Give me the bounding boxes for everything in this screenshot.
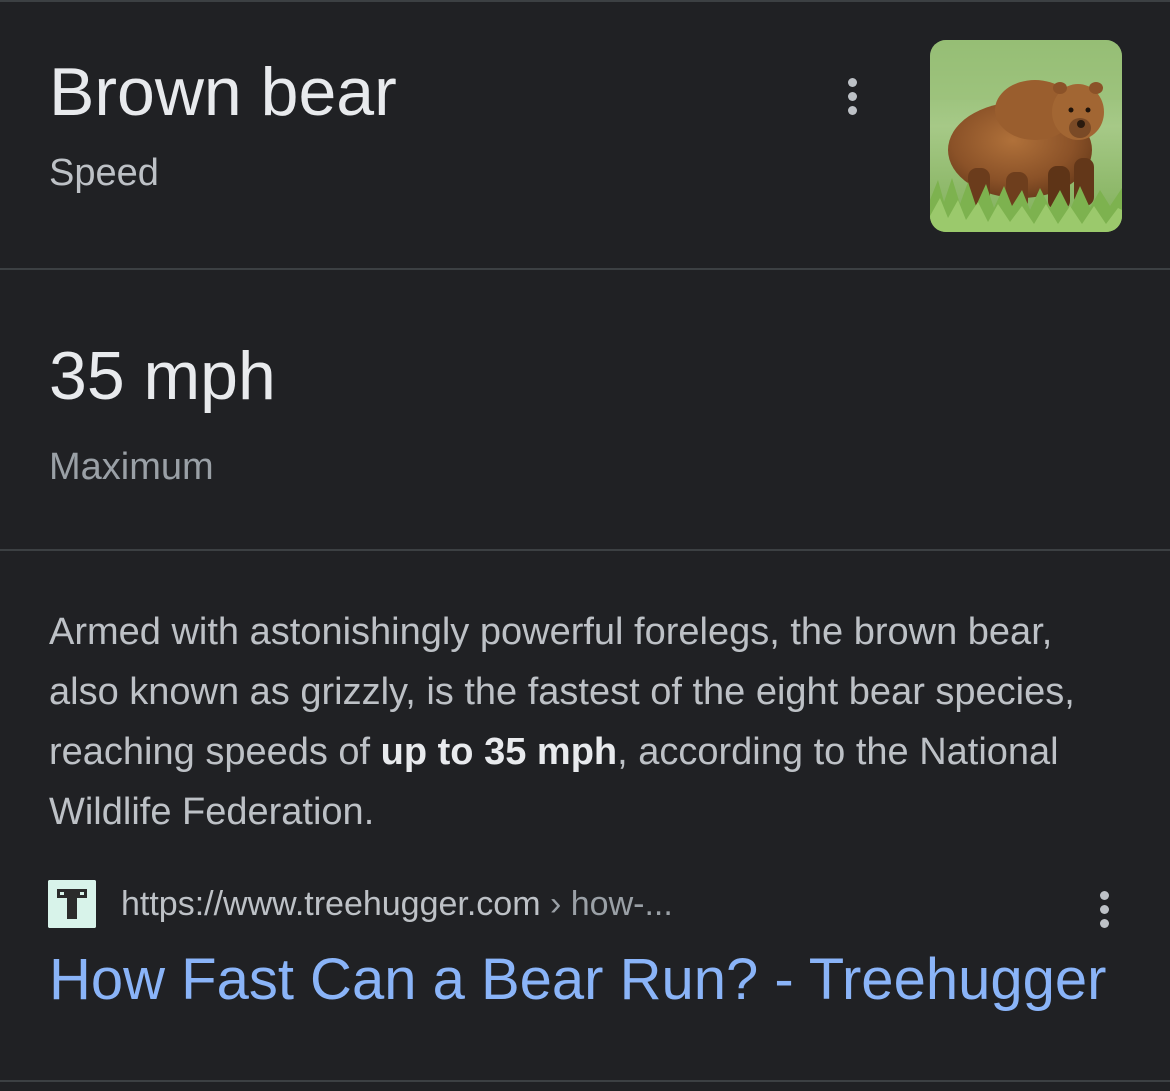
entity-subtitle: Speed xyxy=(49,152,159,194)
dot xyxy=(1099,918,1109,928)
dot xyxy=(847,77,857,87)
dot xyxy=(847,105,857,115)
featured-snippet-text: Armed with astonishingly powerful forele… xyxy=(49,602,1129,842)
speed-value: 35 mph xyxy=(49,338,276,414)
source-url[interactable]: https://www.treehugger.com › how-... xyxy=(121,884,673,924)
favicon-glyph xyxy=(48,880,96,928)
source-domain: https://www.treehugger.com xyxy=(121,885,541,923)
bottom-divider xyxy=(0,1080,1170,1082)
speed-label: Maximum xyxy=(49,446,214,488)
snippet-highlight: up to 35 mph xyxy=(380,731,618,773)
dot xyxy=(1099,904,1109,914)
entity-title: Brown bear xyxy=(49,54,397,130)
brown-bear-thumbnail[interactable] xyxy=(930,40,1122,232)
treehugger-favicon-icon[interactable] xyxy=(48,880,96,928)
section-divider xyxy=(0,549,1170,551)
source-path: › how-... xyxy=(540,885,673,923)
more-options-icon[interactable] xyxy=(836,72,868,120)
bear-image xyxy=(930,40,1122,232)
dot xyxy=(847,91,857,101)
section-divider xyxy=(0,268,1170,270)
dot xyxy=(1099,890,1109,900)
result-title-link[interactable]: How Fast Can a Bear Run? - Treehugger xyxy=(49,944,1106,1016)
source-more-options-icon[interactable] xyxy=(1088,886,1120,932)
knowledge-panel-header: Brown bear Speed xyxy=(0,2,1170,268)
